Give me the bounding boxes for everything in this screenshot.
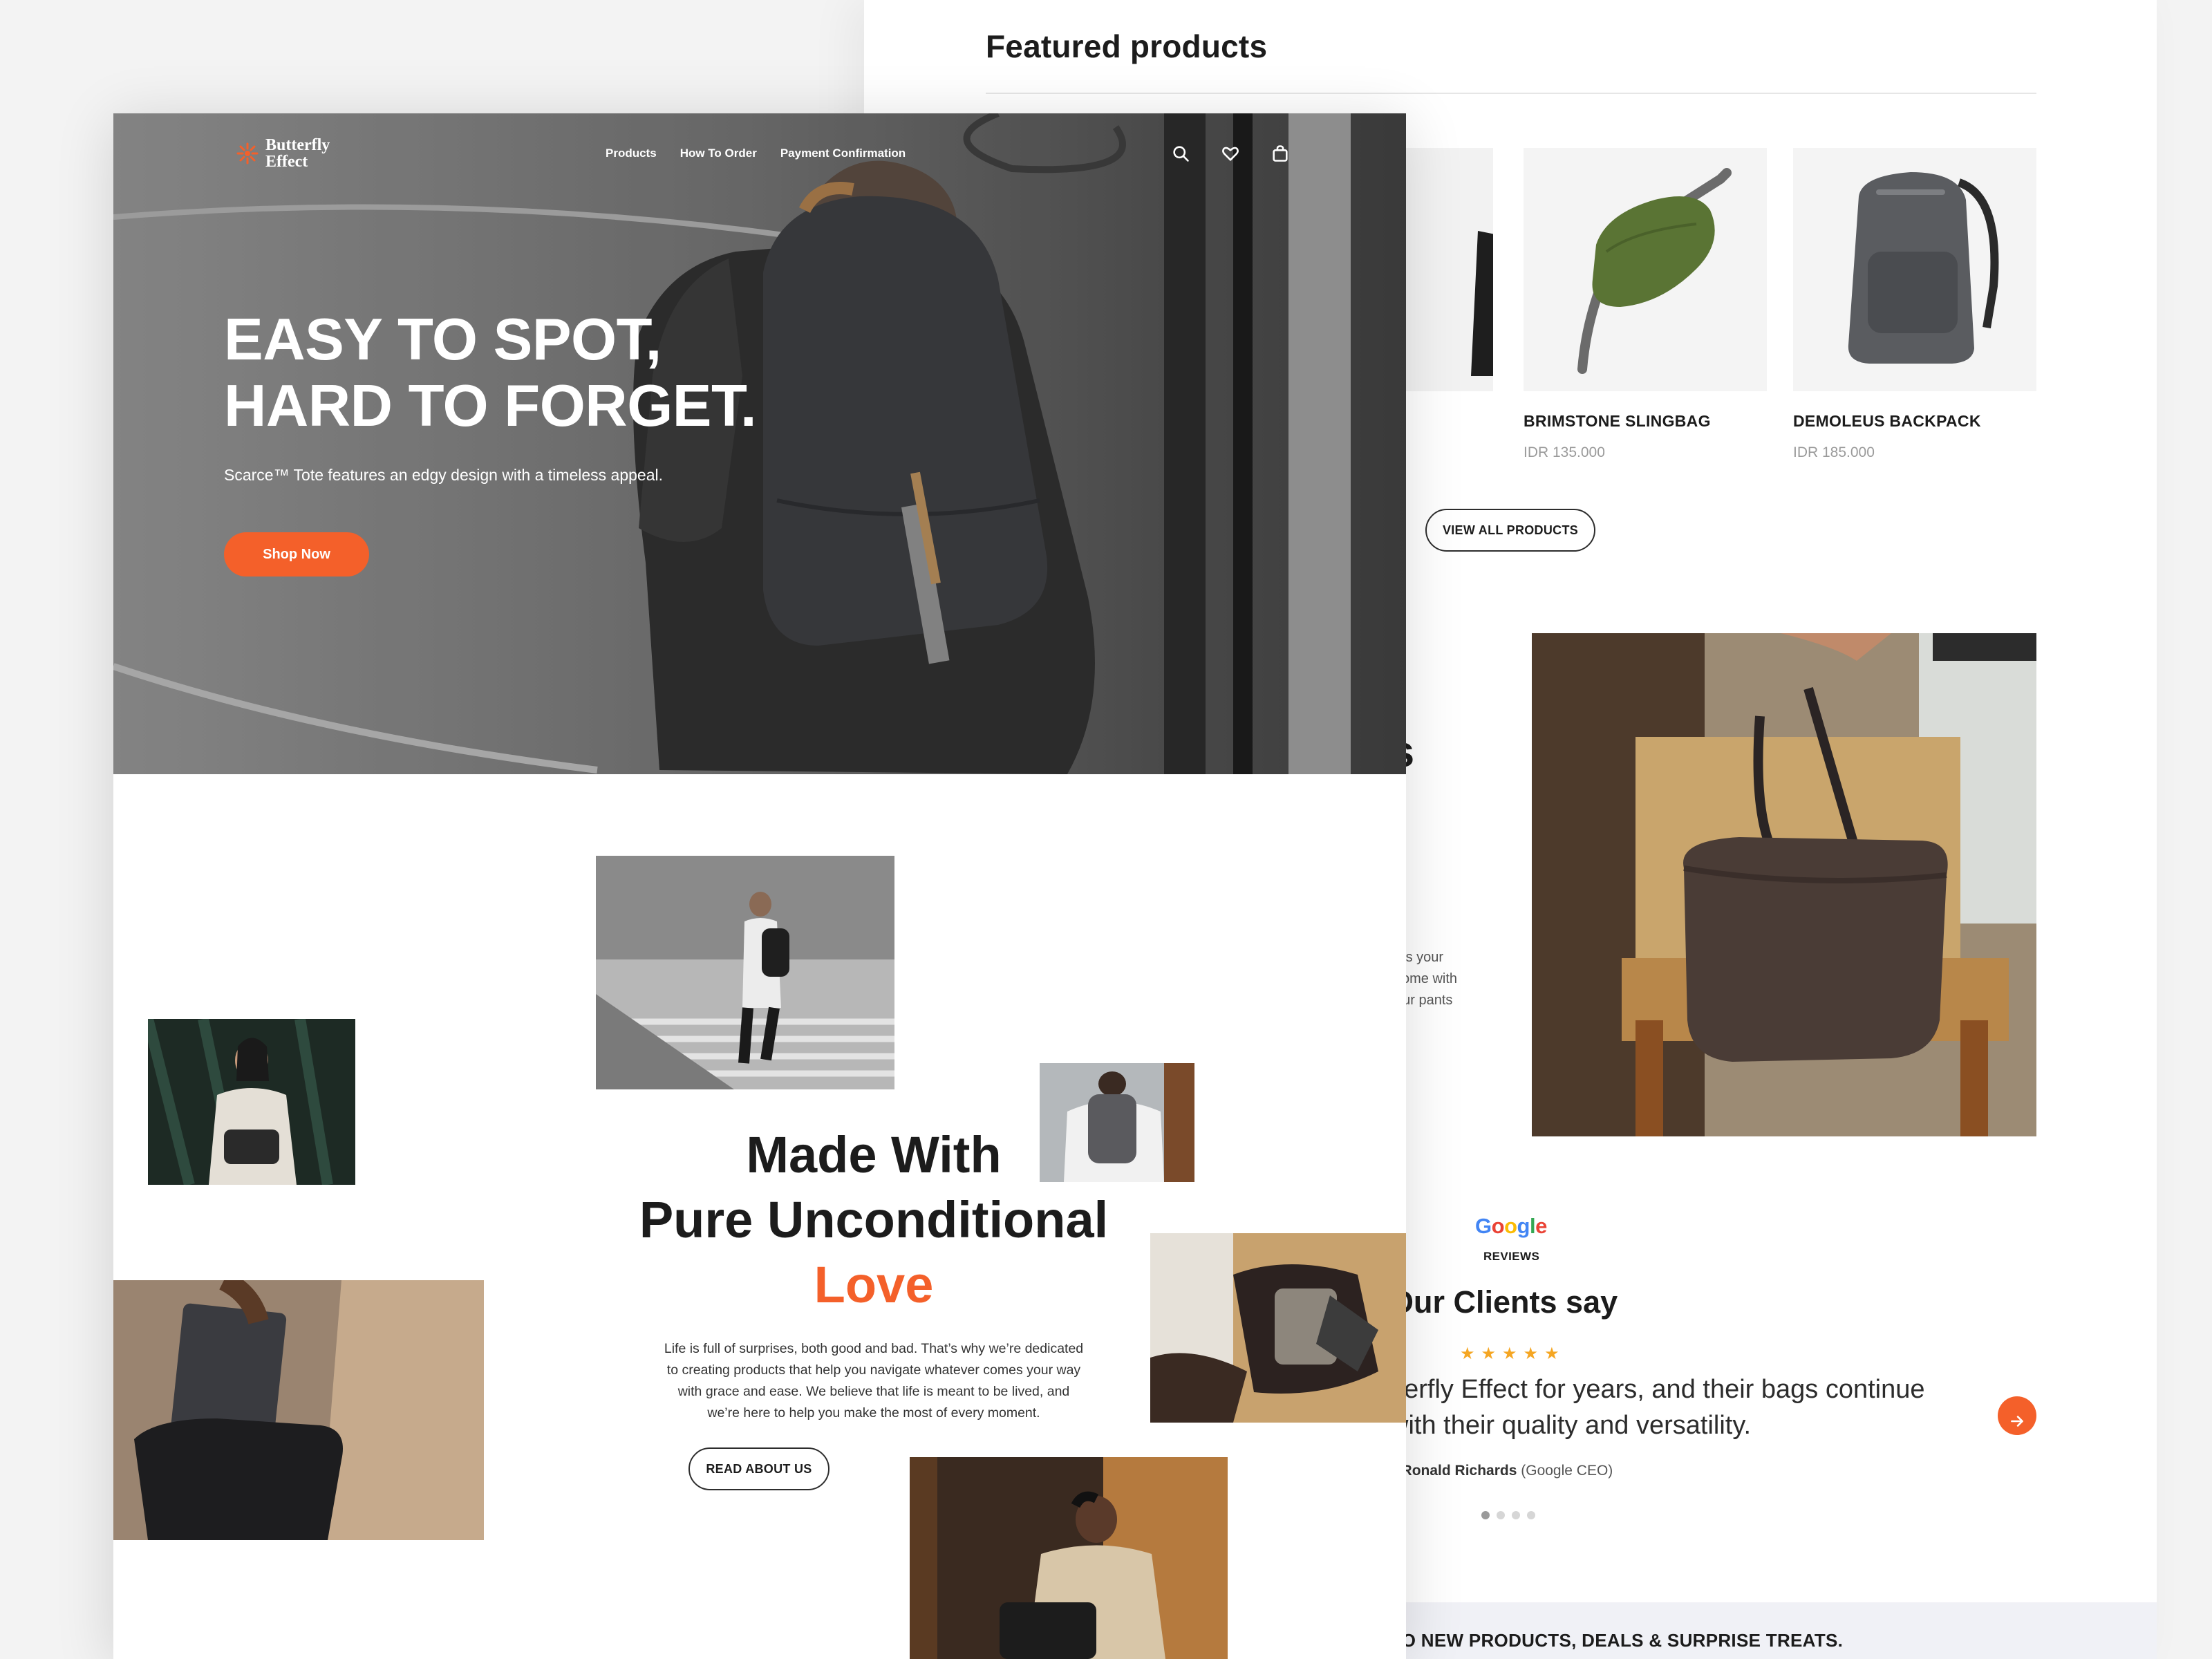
author-role: (Google CEO) [1521,1463,1613,1479]
arrow-right-icon [2011,1415,2023,1427]
product-card[interactable]: BRIMSTONE SLINGBAG IDR 135.000 [1524,148,1767,461]
heart-icon[interactable] [1221,144,1240,163]
carousel-dot[interactable] [1497,1511,1505,1519]
shop-now-button[interactable]: Shop Now [224,532,369,577]
grey-backpack-icon [1793,148,2036,391]
next-testimonial-button[interactable] [1998,1396,2036,1435]
homepage-mockup: Butterfly Effect Products How To Order P… [113,113,1406,1659]
carousel-dot[interactable] [1481,1511,1490,1519]
hero-section: Butterfly Effect Products How To Order P… [113,113,1406,774]
read-about-us-button[interactable]: READ ABOUT US [688,1447,830,1490]
carousel-dot[interactable] [1527,1511,1535,1519]
featured-products-title: Featured products [986,28,1268,64]
man-tote-street-photo [910,1457,1228,1659]
product-price: IDR 185.000 [1793,444,1875,460]
product-card[interactable]: DEMOLEUS BACKPACK IDR 185.000 [1793,148,2036,461]
carousel-dots [1481,1511,1535,1519]
search-icon[interactable] [1171,144,1190,163]
butterfly-icon [236,142,259,165]
about-heading-line1: Made With [746,1126,1002,1183]
product-name: DEMOLEUS BACKPACK [1793,412,1981,430]
main-nav: Products How To Order Payment Confirmati… [606,147,906,160]
product-price: IDR 135.000 [1524,444,1605,460]
reviews-label: REVIEWS [1483,1250,1540,1263]
product-name: BRIMSTONE SLINGBAG [1524,412,1711,430]
testimonial-author: – Ronald Richards (Google CEO) [1389,1463,1613,1479]
bag-icon[interactable] [1271,144,1290,163]
carousel-dot[interactable] [1512,1511,1520,1519]
view-all-products-button[interactable]: VIEW ALL PRODUCTS [1425,509,1595,552]
divider [986,93,2036,94]
nav-link-payment-confirmation[interactable]: Payment Confirmation [780,147,906,160]
testimonial-quote: tterfly Effect for years, and their bags… [1389,1375,1925,1440]
section-text-fragment: lds your come with our pants [1395,950,1458,1008]
newsletter-text: TO NEW PRODUCTS, DEALS & SURPRISE TREATS… [1391,1630,1844,1651]
laptop-into-bag-photo [113,1280,484,1540]
brand-logo[interactable]: Butterfly Effect [236,137,330,170]
about-paragraph: Life is full of surprises, both good and… [664,1341,1084,1421]
nav-link-how-to-order[interactable]: How To Order [680,147,757,160]
product-image [1524,148,1767,391]
tote-chair-photo [1532,633,2036,1136]
about-heading-line2: Pure Unconditional [639,1191,1109,1248]
green-slingbag-icon [1524,148,1767,391]
hero-photo [113,113,1406,774]
about-heading-highlight: Love [814,1256,934,1313]
header-actions [1171,144,1290,163]
hero-subtitle: Scarce™ Tote features an edgy design wit… [224,466,663,484]
nav-link-products[interactable]: Products [606,147,657,160]
brand-name: Butterfly Effect [265,136,330,171]
testimonials-title: Our Clients say [1389,1284,1618,1320]
walking-man-photo [596,856,894,1089]
rating-stars: ★★★★★ [1460,1344,1566,1363]
author-name: Ronald Richards [1401,1463,1517,1479]
woman-crossbody-photo [148,1019,355,1185]
google-logo: Google [1475,1214,1547,1238]
hero-title: EASY TO SPOT, HARD TO FORGET. [224,307,757,439]
product-image [1793,148,2036,391]
